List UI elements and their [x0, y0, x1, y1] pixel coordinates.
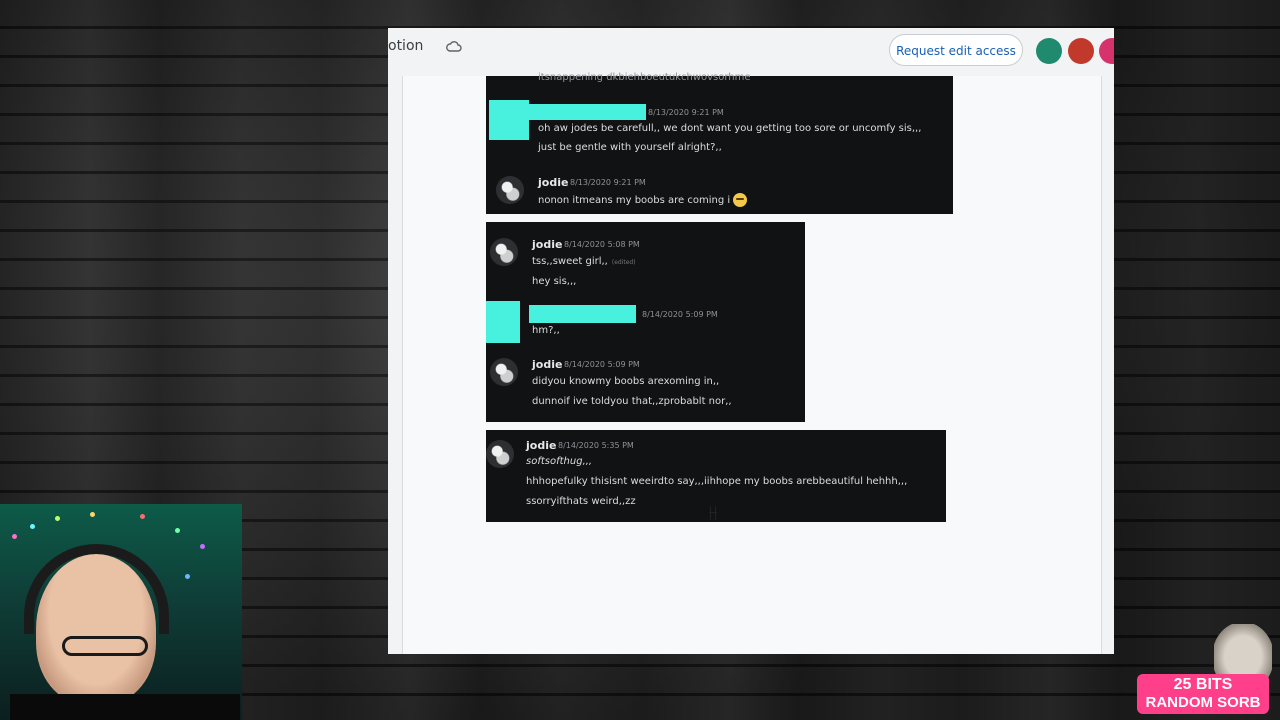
message-line: ssorryifthats weird,,zz — [526, 496, 636, 507]
timestamp: 8/14/2020 5:35 PM — [558, 441, 634, 450]
collaborator-avatar[interactable] — [1036, 38, 1062, 64]
message-line: nonon itmeans my boobs are coming i — [538, 193, 748, 207]
username: jodie — [538, 176, 569, 189]
timestamp: 8/13/2020 9:21 PM — [570, 178, 646, 187]
username: jodie — [532, 358, 563, 371]
user-avatar — [486, 440, 514, 468]
user-avatar — [496, 176, 524, 204]
headphones-icon — [24, 544, 169, 634]
timestamp: 8/13/2020 9:21 PM — [648, 108, 724, 117]
pleading-face-emoji-icon — [733, 193, 748, 207]
timestamp: 8/14/2020 5:09 PM — [564, 360, 640, 369]
text-cursor-icon — [709, 506, 717, 520]
collaborator-avatar[interactable] — [1099, 38, 1114, 64]
chat-screenshot-2: jodie 8/14/2020 5:08 PM tss,,sweet girl,… — [486, 222, 805, 422]
fairy-light — [90, 512, 95, 517]
message-line: hm?,, — [532, 325, 560, 336]
collaborator-avatar[interactable] — [1068, 38, 1094, 64]
bits-donor: RANDOM SORB — [1145, 694, 1261, 711]
request-edit-access-button[interactable]: Request edit access — [889, 34, 1023, 66]
fairy-light — [175, 528, 180, 533]
redacted-username — [529, 305, 636, 323]
fairy-light — [30, 524, 35, 529]
fairy-light — [140, 514, 145, 519]
message-line: tss,,sweet girl,, (edited) — [532, 256, 636, 267]
message-line: hey sis,,, — [532, 276, 577, 287]
message-text: nonon itmeans my boobs are coming i — [538, 195, 731, 206]
cutoff-line: itsnappening dkbiehboeutukchwovsorhme — [538, 72, 751, 83]
username: jodie — [532, 238, 563, 251]
chat-screenshot-3: jodie 8/14/2020 5:35 PM softsofthug,,, h… — [486, 430, 946, 522]
message-line: hhhopefulky thisisnt weeirdto say,,,iihh… — [526, 476, 908, 487]
timestamp: 8/14/2020 5:08 PM — [564, 240, 640, 249]
username: jodie — [526, 439, 557, 452]
glasses-icon — [62, 636, 148, 656]
timestamp: 8/14/2020 5:09 PM — [642, 310, 718, 319]
fairy-light — [200, 544, 205, 549]
fairy-light — [55, 516, 60, 521]
edited-tag: (edited) — [611, 259, 636, 266]
message-line: softsofthug,,, — [526, 456, 593, 467]
doc-toolbar: otion Request edit access — [388, 28, 1114, 76]
doc-title[interactable]: otion — [388, 38, 423, 54]
message-line: just be gentle with yourself alright?,, — [538, 142, 722, 153]
user-avatar — [490, 238, 518, 266]
message-line: dunnoif ive toldyou that,,zprobablt nor,… — [532, 396, 732, 407]
user-avatar — [490, 358, 518, 386]
message-line: oh aw jodes be carefull,, we dont want y… — [538, 123, 922, 134]
redacted-avatar — [486, 301, 520, 343]
redacted-avatar — [489, 100, 529, 140]
shirt — [10, 694, 240, 720]
webcam-feed — [0, 504, 242, 720]
message-text: tss,,sweet girl,, — [532, 256, 608, 267]
fairy-light — [12, 534, 17, 539]
fairy-light — [185, 574, 190, 579]
cloud-status-icon[interactable] — [446, 40, 462, 52]
chat-screenshot-1: itsnappening dkbiehboeutukchwovsorhme 8/… — [486, 72, 953, 214]
redacted-username — [528, 104, 646, 120]
message-line: didyou knowmy boobs arexoming in,, — [532, 376, 720, 387]
bits-alert-badge: 25 BITS RANDOM SORB — [1137, 674, 1269, 714]
bits-amount: 25 BITS — [1173, 676, 1233, 693]
